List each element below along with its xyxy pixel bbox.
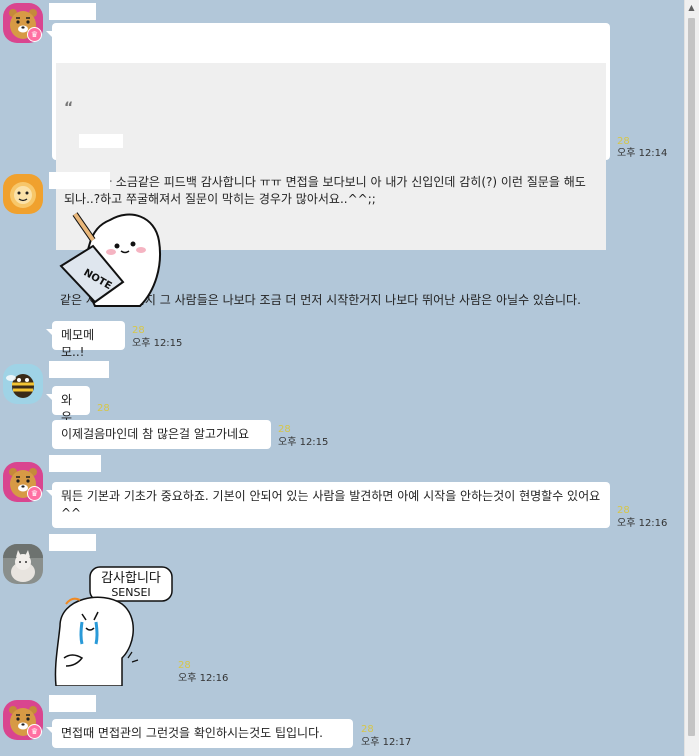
message-bubble-quoted[interactable]: “ 와아 빛과 소금같은 피드백 감사합니다 ㅠㅠ 면접을 보다보니 아 내가 … xyxy=(46,23,610,307)
crown-badge-icon: ♛ xyxy=(27,486,42,501)
crown-badge-icon: ♛ xyxy=(27,27,42,42)
scroll-thumb[interactable] xyxy=(688,18,695,736)
avatar-cat[interactable] xyxy=(3,544,43,584)
thanks-sensei-sticker[interactable]: 감사합니다 SENSEI xyxy=(52,566,174,687)
message-bubble[interactable]: 이제걸음마인데 참 많은걸 알고가네요 xyxy=(52,420,271,449)
crown-badge-icon: ♛ xyxy=(27,724,42,739)
message-bubble[interactable]: 와우 xyxy=(46,386,90,424)
timestamp: 오후 12:16 xyxy=(617,518,668,529)
timestamp: 오후 12:15 xyxy=(132,338,183,349)
timestamp: 오후 12:15 xyxy=(278,437,329,448)
timestamp: 오후 12:17 xyxy=(361,737,412,748)
writing-note-sticker-icon: NOTE xyxy=(59,212,161,307)
sender-name xyxy=(49,695,96,712)
sender-name xyxy=(49,3,96,20)
sticker-text-thanks: 감사합니다 xyxy=(101,571,161,586)
sender-name xyxy=(49,172,110,189)
quoted-sender-name xyxy=(79,134,124,148)
bee-character-icon xyxy=(3,364,43,404)
unread-count: 28 xyxy=(178,660,191,671)
sticker-text-sensei: SENSEI xyxy=(111,586,150,599)
sender-name xyxy=(49,361,109,378)
cat-photo-icon xyxy=(3,544,43,584)
unread-count: 28 xyxy=(132,325,145,336)
timestamp: 오후 12:16 xyxy=(178,673,229,684)
timestamp: 오후 12:14 xyxy=(617,148,668,159)
quote-icon: “ xyxy=(64,100,74,116)
unread-count: 28 xyxy=(617,136,630,147)
unread-count: 28 xyxy=(361,724,374,735)
note-sticker[interactable]: NOTE xyxy=(55,206,170,314)
quoted-text: 와아 빛과 소금같은 피드백 감사합니다 ㅠㅠ 면접을 보다보니 아 내가 신입… xyxy=(64,175,590,206)
unread-count: 28 xyxy=(97,403,110,414)
scroll-up-arrow-icon[interactable]: ▲ xyxy=(684,0,699,15)
sender-name xyxy=(49,534,96,551)
message-bubble[interactable]: 메모메모..! xyxy=(46,321,125,359)
message-bubble[interactable]: 뭐든 기본과 기초가 중요하죠. 기본이 안되어 있는 사람을 발견하면 아예 … xyxy=(46,482,610,528)
sender-name xyxy=(49,455,101,472)
character-icon xyxy=(3,174,43,214)
unread-count: 28 xyxy=(278,424,291,435)
message-bubble[interactable]: 면접때 면접관의 그런것을 확인하시는것도 팁입니다. xyxy=(46,719,353,748)
unread-count: 28 xyxy=(617,505,630,516)
crying-thanks-sticker-icon: 감사합니다 SENSEI xyxy=(54,566,173,687)
avatar-muzi[interactable] xyxy=(3,174,43,214)
avatar-bee[interactable] xyxy=(3,364,43,404)
